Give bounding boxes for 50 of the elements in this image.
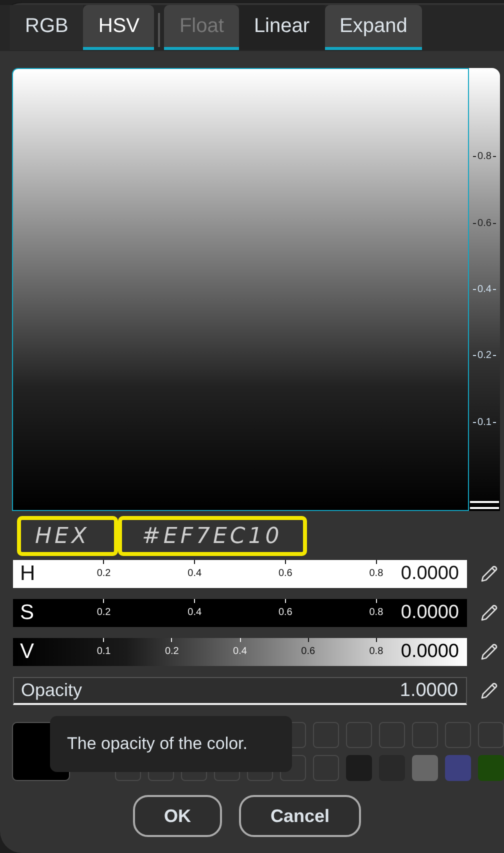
color-swatch[interactable] (478, 755, 504, 781)
tooltip: The opacity of the color. (50, 716, 292, 772)
eyedropper-icon[interactable] (480, 643, 498, 661)
tick-label: 0.2 (96, 607, 111, 618)
slider-value: 0.0000 (400, 602, 459, 624)
slider-track[interactable]: V 0.1 0.2 0.4 0.6 0.8 0.0000 (13, 638, 467, 666)
tick-label: 0.2 (476, 350, 492, 362)
cancel-button[interactable]: Cancel (239, 795, 361, 837)
tick-label: 0.6 (476, 218, 492, 229)
slider-label: Opacity (20, 680, 82, 701)
eyedropper-icon[interactable] (480, 682, 498, 700)
annotation-label: #EF7EC10 (118, 516, 307, 556)
ok-button[interactable]: OK (133, 795, 222, 837)
color-swatch[interactable] (412, 755, 438, 781)
color-swatch[interactable] (445, 755, 471, 781)
toggle-tab[interactable]: Linear (238, 5, 325, 50)
opacity-field[interactable]: Opacity 1.0000 (13, 677, 467, 705)
slider-value: 0.0000 (400, 641, 459, 663)
slider-track[interactable]: H 0.2 0.4 0.6 0.8 0.0000 (13, 560, 467, 588)
tick-label: 0.1 (96, 646, 111, 657)
tick-label: 0.4 (188, 568, 202, 579)
tick-label: 0.4 (476, 284, 492, 295)
toggle-tab[interactable]: Expand (324, 5, 422, 50)
tick-label: 0.8 (369, 568, 384, 579)
tick-label: 0.4 (233, 646, 247, 657)
color-swatch[interactable] (346, 755, 372, 781)
slider-label: H (19, 562, 36, 586)
tick-label: 0.1 (476, 416, 492, 428)
tick-label: 0.2 (96, 568, 111, 579)
slider-label: S (19, 601, 34, 625)
tick-label: 0.8 (476, 151, 492, 162)
tick-label: 0.8 (369, 646, 384, 657)
slider-value: 1.0000 (400, 680, 458, 702)
eyedropper-icon[interactable] (480, 604, 498, 622)
slider-handle[interactable] (470, 501, 499, 509)
tick-label: 0.2 (164, 646, 179, 657)
annotation-label: HEX (17, 516, 118, 556)
color-field[interactable] (12, 68, 469, 511)
value-strip[interactable]: 0.8 0.6 0.4 0.2 0.1 (469, 68, 500, 511)
eyedropper-icon[interactable] (480, 565, 498, 583)
slider-value: 0.0000 (400, 563, 459, 585)
mode-tab[interactable]: RGB (10, 5, 84, 50)
tick-label: 0.6 (278, 568, 292, 579)
tick-label: 0.6 (278, 607, 292, 618)
tick-label: 0.8 (369, 607, 384, 618)
mode-tab[interactable]: HSV (83, 5, 154, 50)
slider-label: V (19, 640, 34, 664)
slider-track[interactable]: S 0.2 0.4 0.6 0.8 0.0000 (13, 599, 467, 627)
tick-label: 0.4 (188, 607, 202, 618)
tick-label: 0.6 (301, 646, 316, 657)
